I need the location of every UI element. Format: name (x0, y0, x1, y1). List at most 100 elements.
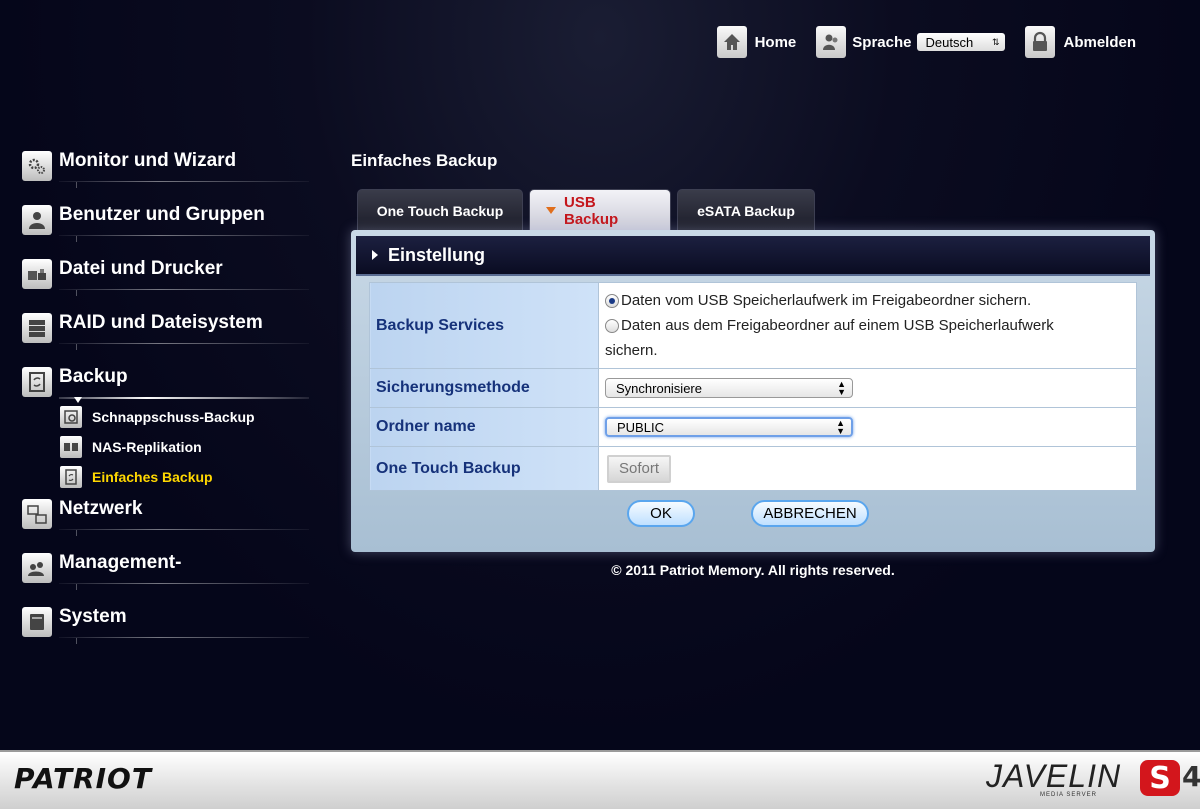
gears-icon (22, 151, 52, 181)
language-select-value: Deutsch (925, 34, 974, 50)
footer: PATRIOT JAVELIN MEDIA SERVER S 4 (0, 750, 1200, 809)
sidebar-item-users[interactable]: Benutzer und Gruppen (22, 202, 309, 256)
sidebar-item-label: Backup (59, 366, 128, 387)
replication-icon (60, 436, 82, 458)
home-icon[interactable] (716, 26, 747, 58)
lock-icon[interactable] (1025, 26, 1056, 58)
ok-button[interactable]: OK (627, 500, 695, 527)
divider (59, 289, 309, 290)
method-select-value: Synchronisiere (616, 380, 702, 396)
sidebar-item-label: Datei und Drucker (59, 258, 223, 279)
divider (59, 529, 309, 530)
panel-title: Einstellung (388, 244, 486, 265)
form-row-folder: Ordner name PUBLIC ▲ ▼ (369, 407, 1137, 447)
tab-one-touch-backup[interactable]: One Touch Backup (357, 189, 523, 231)
patriot-logo: PATRIOT (14, 762, 152, 795)
sidebar-item-monitor[interactable]: Monitor und Wizard (22, 148, 309, 202)
radio-unselected[interactable] (605, 318, 619, 333)
language-label: Sprache (852, 33, 912, 51)
form-row-backup-services: Backup Services Daten vom USB Speicherla… (369, 282, 1137, 369)
folder-select-value: PUBLIC (617, 419, 664, 435)
system-icon (22, 607, 52, 637)
model-number: 4 (1182, 760, 1200, 793)
backup-services-label: Backup Services (369, 282, 599, 369)
sidebar-subitem-nas-replication[interactable]: NAS-Replikation (22, 434, 302, 464)
radio-option-usb-to-share[interactable]: Daten vom USB Speicherlaufwerk im Freiga… (605, 288, 1136, 313)
one-touch-cell: Sofort (598, 446, 1137, 491)
sidebar-subitem-label-active: Einfaches Backup (92, 469, 213, 485)
home-link[interactable]: Home (755, 34, 797, 51)
panel-header[interactable]: Einstellung (356, 236, 1150, 276)
divider-tick (76, 638, 77, 644)
divider-tick (76, 290, 77, 296)
tab-esata-backup[interactable]: eSATA Backup (677, 189, 815, 231)
backup-icon (22, 367, 52, 397)
radio-dot (609, 297, 615, 304)
radio-option-share-to-usb[interactable]: Daten aus dem Freigabeordner auf einem U… (605, 313, 1136, 338)
language-select[interactable]: Deutsch ⇅ (917, 33, 1006, 51)
form-row-method: Sicherungsmethode Synchronisiere ▲ ▼ (369, 368, 1137, 408)
tab-label: USB Backup (564, 193, 619, 228)
divider-active (59, 397, 309, 399)
folder-select[interactable]: PUBLIC ▲ ▼ (605, 417, 853, 437)
sofort-button[interactable]: Sofort (607, 454, 671, 483)
sidebar-item-files-printer[interactable]: Datei und Drucker (22, 256, 309, 310)
sidebar-item-label: Netzwerk (59, 498, 143, 519)
sidebar-item-label: System (59, 606, 127, 627)
radio-label: Daten vom USB Speicherlaufwerk im Freiga… (621, 292, 1032, 309)
simple-backup-icon (60, 466, 82, 488)
radio-selected[interactable] (605, 293, 619, 308)
tab-usb-backup[interactable]: USB Backup (529, 189, 671, 231)
tab-bar: One Touch Backup USB Backup eSATA Backup (357, 189, 821, 231)
select-arrows-icon: ⇅ (991, 36, 1000, 47)
active-indicator (74, 397, 82, 403)
sidebar-item-label: Monitor und Wizard (59, 150, 237, 171)
javelin-subtitle: MEDIA SERVER (1040, 792, 1097, 798)
model-badge: S (1140, 760, 1180, 796)
sidebar-item-system[interactable]: System (22, 604, 309, 658)
folder-label: Ordner name (369, 407, 599, 447)
javelin-logo: JAVELIN (986, 758, 1122, 794)
select-arrows-icon: ▲ ▼ (836, 418, 845, 436)
method-label: Sicherungsmethode (369, 368, 599, 408)
divider (59, 637, 309, 638)
divider-tick (76, 530, 77, 536)
divider-tick (76, 344, 77, 350)
divider-tick (76, 236, 77, 242)
folder-cell: PUBLIC ▲ ▼ (598, 407, 1137, 447)
page-title: Einfaches Backup (351, 151, 498, 170)
divider (59, 343, 309, 344)
sidebar-item-label: Benutzer und Gruppen (59, 204, 265, 225)
sidebar-item-label: RAID und Dateisystem (59, 312, 263, 333)
backup-services-options: Daten vom USB Speicherlaufwerk im Freiga… (598, 282, 1137, 369)
sidebar-item-network[interactable]: Netzwerk (22, 496, 309, 550)
logout-link[interactable]: Abmelden (1063, 34, 1136, 51)
radio-label: sichern. (605, 342, 658, 359)
copyright-text: © 2011 Patriot Memory. All rights reserv… (611, 562, 895, 578)
sidebar-subitem-simple-backup[interactable]: Einfaches Backup (22, 464, 302, 494)
method-select[interactable]: Synchronisiere ▲ ▼ (605, 378, 853, 398)
settings-form: Backup Services Daten vom USB Speicherla… (369, 282, 1137, 491)
printer-icon (22, 259, 52, 289)
network-icon (22, 499, 52, 529)
sidebar-subitem-label: Schnappschuss-Backup (92, 409, 255, 425)
divider (59, 235, 309, 236)
sidebar-item-label: Management- (59, 552, 182, 573)
sidebar: Monitor und Wizard Benutzer und Gruppen … (22, 148, 309, 658)
settings-panel: Einstellung Backup Services Daten vom US… (351, 230, 1155, 552)
radio-label: Daten aus dem Freigabeordner auf einem U… (621, 317, 1054, 334)
top-bar: Home Sprache Deutsch ⇅ Abmelden (716, 24, 1200, 60)
sidebar-subitem-label: NAS-Replikation (92, 439, 202, 455)
sidebar-item-management[interactable]: Management- (22, 550, 309, 604)
snapshot-icon (60, 406, 82, 428)
tab-label: One Touch Backup (376, 202, 504, 219)
sidebar-subitem-snapshot[interactable]: Schnappschuss-Backup (22, 404, 302, 434)
divider (59, 181, 309, 182)
sidebar-item-raid[interactable]: RAID und Dateisystem (22, 310, 309, 364)
cancel-button[interactable]: ABBRECHEN (751, 500, 869, 527)
radio-label-continued: sichern. (605, 338, 1136, 363)
method-cell: Synchronisiere ▲ ▼ (598, 368, 1137, 408)
expand-arrow-icon (372, 250, 378, 260)
divider-tick (76, 182, 77, 188)
form-row-one-touch: One Touch Backup Sofort (369, 446, 1137, 491)
